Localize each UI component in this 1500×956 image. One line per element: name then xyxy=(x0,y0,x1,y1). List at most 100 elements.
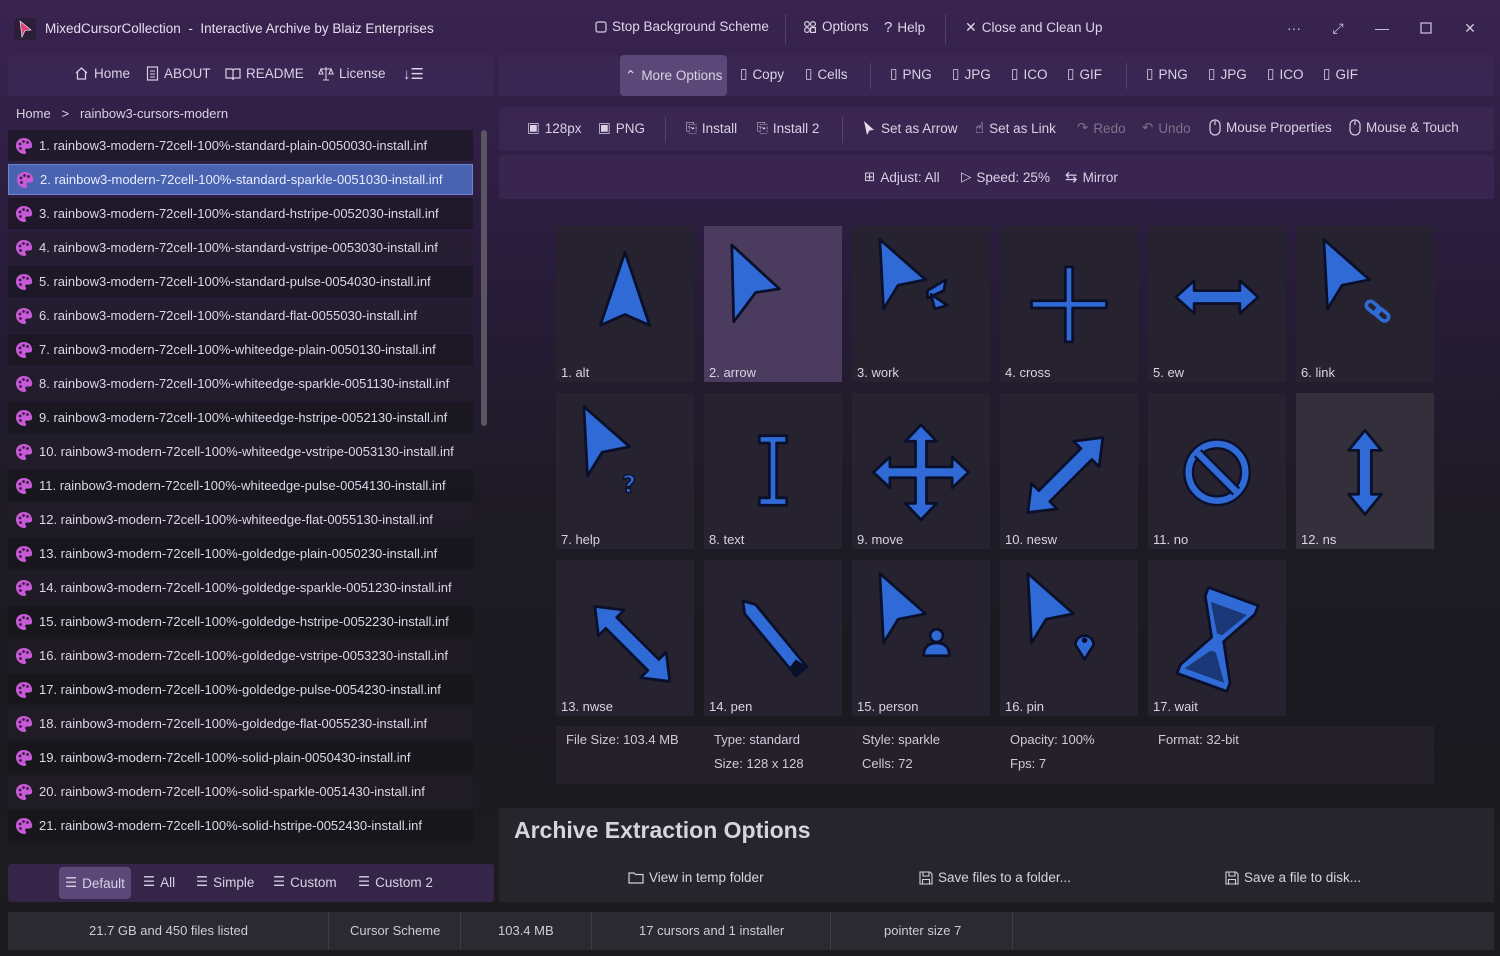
close-window-icon[interactable]: ✕ xyxy=(1460,18,1480,38)
cursor-tile[interactable]: 4. cross xyxy=(1000,226,1138,382)
list-item-label: 13. rainbow3-modern-72cell-100%-goldedge… xyxy=(39,546,438,561)
cells-button[interactable]: ▯ Cells xyxy=(805,66,847,82)
home-button[interactable]: Home xyxy=(74,66,130,81)
cursor-tile[interactable]: 15. person xyxy=(852,560,990,716)
cursor-tile[interactable]: 5. ew xyxy=(1148,226,1286,382)
expand-icon[interactable]: ⤢ xyxy=(1328,18,1348,38)
files-icon: ▯ xyxy=(1146,66,1154,81)
export-ico-button[interactable]: ▯ ICO xyxy=(1011,66,1047,82)
list-item[interactable]: 17. rainbow3-modern-72cell-100%-goldedge… xyxy=(8,674,473,705)
export-jpg-button[interactable]: ▯ JPG xyxy=(952,66,991,82)
more-options-button[interactable]: ⌃ More Options xyxy=(620,55,728,96)
copy-button[interactable]: ▯ Copy xyxy=(740,66,784,82)
list-item[interactable]: 5. rainbow3-modern-72cell-100%-standard-… xyxy=(8,266,473,297)
cursor-tile[interactable]: 12. ns xyxy=(1296,393,1434,549)
options-button[interactable]: Options xyxy=(803,19,869,34)
list-item[interactable]: 15. rainbow3-modern-72cell-100%-goldedge… xyxy=(8,606,473,637)
save-file-to-disk-button[interactable]: Save a file to disk... xyxy=(1225,870,1361,885)
list-item[interactable]: 16. rainbow3-modern-72cell-100%-goldedge… xyxy=(8,640,473,671)
list-item[interactable]: 7. rainbow3-modern-72cell-100%-whiteedge… xyxy=(8,334,473,365)
install-2-button[interactable]: ⎘ Install 2 xyxy=(757,120,819,136)
cursor-tile[interactable]: 16. pin xyxy=(1000,560,1138,716)
help-button[interactable]: ? Help xyxy=(884,19,925,36)
pointer-icon xyxy=(864,121,874,135)
text-cursor-icon xyxy=(757,434,789,507)
mouse-icon xyxy=(1349,119,1361,136)
cursor-tile[interactable]: 9. move xyxy=(852,393,990,549)
more-menu-icon[interactable]: ··· xyxy=(1284,18,1304,38)
mode-custom-button[interactable]: ☰ Custom xyxy=(273,874,337,890)
cursor-tile[interactable]: 8. text xyxy=(704,393,842,549)
mirror-button[interactable]: ⇆ Mirror xyxy=(1065,168,1118,186)
mode-simple-button[interactable]: ☰ Simple xyxy=(196,874,254,890)
mode-all-button[interactable]: ☰ All xyxy=(143,874,175,890)
size-128px-button[interactable]: ▣ 128px xyxy=(527,120,582,136)
minimize-icon[interactable]: — xyxy=(1372,18,1392,38)
close-and-clean-up-button[interactable]: ✕ Close and Clean Up xyxy=(965,19,1103,36)
cursor-tile[interactable]: 10. nesw xyxy=(1000,393,1138,549)
list-item[interactable]: 11. rainbow3-modern-72cell-100%-whiteedg… xyxy=(8,470,473,501)
cursor-tile[interactable]: 14. pen xyxy=(704,560,842,716)
set-as-arrow-button[interactable]: Set as Arrow xyxy=(862,120,958,136)
cursor-tile[interactable]: 13. nwse xyxy=(556,560,694,716)
app-logo-icon xyxy=(14,18,36,40)
undo-icon: ↶ xyxy=(1142,120,1154,135)
undo-button[interactable]: ↶ Undo xyxy=(1142,120,1191,136)
list-item[interactable]: 3. rainbow3-modern-72cell-100%-standard-… xyxy=(8,198,473,229)
redo-button[interactable]: ↷ Redo xyxy=(1077,120,1126,136)
breadcrumb-home[interactable]: Home xyxy=(16,106,51,121)
list-item[interactable]: 20. rainbow3-modern-72cell-100%-solid-sp… xyxy=(8,776,473,807)
list-item[interactable]: 4. rainbow3-modern-72cell-100%-standard-… xyxy=(8,232,473,263)
mode-custom2-button[interactable]: ☰ Custom 2 xyxy=(358,874,433,890)
mouse-properties-button[interactable]: Mouse Properties xyxy=(1209,119,1332,136)
cursor-tile[interactable]: ? 7. help xyxy=(556,393,694,549)
set-as-link-button[interactable]: ☝ Set as Link xyxy=(975,119,1056,137)
list-icon: ☰ xyxy=(65,875,78,890)
list-item[interactable]: 12. rainbow3-modern-72cell-100%-whiteedg… xyxy=(8,504,473,535)
cursor-tile[interactable]: 6. link xyxy=(1296,226,1434,382)
export-all-gif-button[interactable]: ▯ GIF xyxy=(1323,66,1358,82)
list-item[interactable]: 2. rainbow3-modern-72cell-100%-standard-… xyxy=(8,164,473,195)
list-item[interactable]: 21. rainbow3-modern-72cell-100%-solid-hs… xyxy=(8,810,473,841)
sort-button[interactable]: ↓☰ xyxy=(403,65,424,83)
install-button[interactable]: ⎘ Install xyxy=(686,120,737,136)
list-item[interactable]: 8. rainbow3-modern-72cell-100%-whiteedge… xyxy=(8,368,473,399)
stop-background-scheme-button[interactable]: Stop Background Scheme xyxy=(595,19,769,34)
mode-default-button[interactable]: ☰ Default xyxy=(59,867,131,899)
export-all-png-button[interactable]: ▯ PNG xyxy=(1146,66,1188,82)
export-png-button[interactable]: ▯ PNG xyxy=(890,66,932,82)
list-item[interactable]: 19. rainbow3-modern-72cell-100%-solid-pl… xyxy=(8,742,473,773)
list-item[interactable]: 18. rainbow3-modern-72cell-100%-goldedge… xyxy=(8,708,473,739)
maximize-icon[interactable] xyxy=(1416,18,1436,38)
file-list-scrollbar[interactable] xyxy=(481,130,487,426)
list-item[interactable]: 6. rainbow3-modern-72cell-100%-standard-… xyxy=(8,300,473,331)
about-button[interactable]: ABOUT xyxy=(146,66,211,81)
svg-text:?: ? xyxy=(622,470,636,498)
list-item-label: 12. rainbow3-modern-72cell-100%-whiteedg… xyxy=(39,512,433,527)
export-all-ico-button[interactable]: ▯ ICO xyxy=(1267,66,1303,82)
list-item[interactable]: 13. rainbow3-modern-72cell-100%-goldedge… xyxy=(8,538,473,569)
cursor-tile[interactable]: 3. work xyxy=(852,226,990,382)
export-all-jpg-button[interactable]: ▯ JPG xyxy=(1208,66,1247,82)
cursor-tile[interactable]: 1. alt xyxy=(556,226,694,382)
list-item[interactable]: 14. rainbow3-modern-72cell-100%-goldedge… xyxy=(8,572,473,603)
mouse-and-touch-button[interactable]: Mouse & Touch xyxy=(1349,119,1459,136)
list-item[interactable]: 9. rainbow3-modern-72cell-100%-whiteedge… xyxy=(8,402,473,433)
speed-button[interactable]: ▷ Speed: 25% xyxy=(961,169,1050,185)
list-item-label: 2. rainbow3-modern-72cell-100%-standard-… xyxy=(40,172,443,187)
cursor-tile[interactable]: 2. arrow xyxy=(704,226,842,382)
list-item[interactable]: 1. rainbow3-modern-72cell-100%-standard-… xyxy=(8,130,473,161)
export-gif-button[interactable]: ▯ GIF xyxy=(1067,66,1102,82)
view-in-temp-folder-button[interactable]: View in temp folder xyxy=(628,870,764,885)
save-png-button[interactable]: ▣ PNG xyxy=(598,120,645,136)
adjust-all-button[interactable]: ⊞ Adjust: All xyxy=(864,169,940,185)
wait-cursor-icon xyxy=(1175,586,1260,693)
save-files-to-folder-button[interactable]: Save files to a folder... xyxy=(919,870,1071,885)
readme-button[interactable]: README xyxy=(225,66,304,81)
breadcrumb-current[interactable]: rainbow3-cursors-modern xyxy=(80,106,228,121)
cursor-tile[interactable]: 11. no xyxy=(1148,393,1286,549)
cursor-tile[interactable]: 17. wait xyxy=(1148,560,1286,716)
license-button[interactable]: License xyxy=(318,66,386,81)
list-item[interactable]: 10. rainbow3-modern-72cell-100%-whiteedg… xyxy=(8,436,473,467)
palette-icon xyxy=(15,137,33,154)
